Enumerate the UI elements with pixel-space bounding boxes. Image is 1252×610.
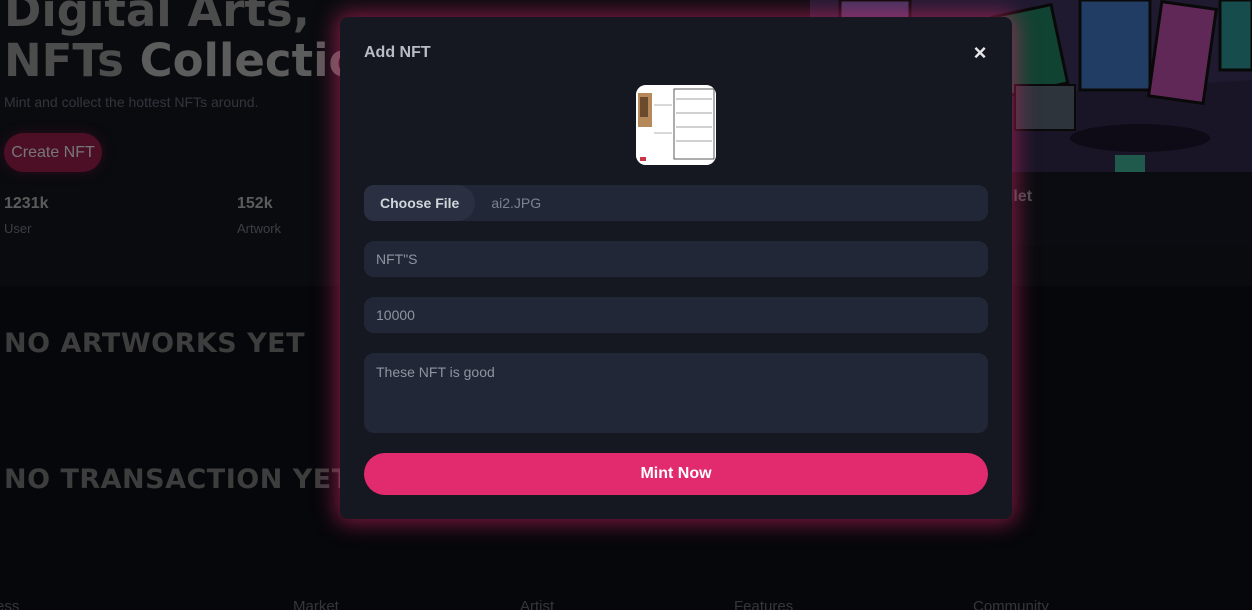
preview-thumbnail [636,85,716,165]
nft-description-textarea[interactable]: These NFT is good [364,353,988,433]
selected-file-name: ai2.JPG [491,195,542,211]
add-nft-modal: Add NFT × Choose File ai2.JPG NFT"S 1000… [340,17,1012,519]
modal-title: Add NFT [364,44,431,61]
file-input[interactable]: Choose File ai2.JPG [364,185,988,221]
nft-name-input[interactable]: NFT"S [364,241,988,277]
mint-now-button[interactable]: Mint Now [364,453,988,495]
nft-price-input[interactable]: 10000 [364,297,988,333]
choose-file-button[interactable]: Choose File [364,185,476,221]
close-icon[interactable]: × [970,41,990,65]
nft-image-preview [636,85,716,165]
